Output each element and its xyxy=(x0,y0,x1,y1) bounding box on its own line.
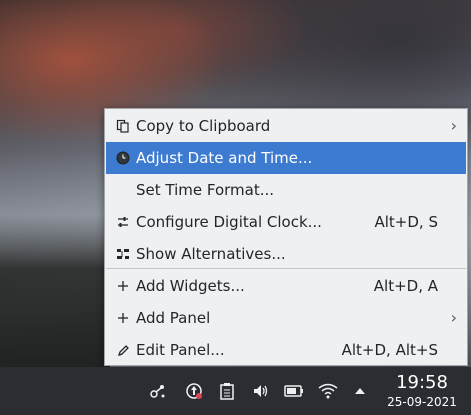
menu-item-set-time-format[interactable]: Set Time Format... xyxy=(106,174,466,206)
menu-item-edit-panel[interactable]: Edit Panel... Alt+D, Alt+S xyxy=(106,334,466,366)
clipboard-tray-icon[interactable] xyxy=(217,381,237,401)
forest-area xyxy=(0,215,110,367)
wifi-icon[interactable] xyxy=(318,381,338,401)
plus-icon xyxy=(115,310,131,326)
clock-icon xyxy=(115,150,131,166)
pencil-icon xyxy=(115,342,131,358)
menu-item-add-widgets[interactable]: Add Widgets... Alt+D, A xyxy=(106,270,466,302)
menu-item-label: Copy to Clipboard xyxy=(136,117,271,135)
clock-date[interactable]: 25-09-2021 xyxy=(380,395,464,409)
updates-icon[interactable] xyxy=(184,381,204,401)
menu-item-label: Add Panel xyxy=(136,309,211,327)
menu-item-copy-to-clipboard[interactable]: Copy to Clipboard › xyxy=(106,110,466,142)
submenu-arrow-icon: › xyxy=(450,308,457,327)
menu-item-show-alternatives[interactable]: Show Alternatives... xyxy=(106,238,466,270)
menu-item-adjust-date-time[interactable]: Adjust Date and Time... xyxy=(106,142,466,174)
expand-tray-icon[interactable] xyxy=(350,381,370,401)
clipboard-icon xyxy=(115,118,131,134)
volume-icon[interactable] xyxy=(250,381,270,401)
menu-item-label: Configure Digital Clock... xyxy=(136,213,322,231)
submenu-arrow-icon: › xyxy=(450,116,457,135)
menu-item-label: Show Alternatives... xyxy=(136,245,286,263)
menu-item-add-panel[interactable]: Add Panel › xyxy=(106,302,466,334)
menu-item-shortcut: Alt+D, A xyxy=(373,277,438,295)
menu-item-configure-digital-clock[interactable]: Configure Digital Clock... Alt+D, S xyxy=(106,206,466,238)
context-menu: Copy to Clipboard › Adjust Date and Time… xyxy=(104,108,468,366)
menu-item-label: Adjust Date and Time... xyxy=(136,149,313,167)
menu-item-label: Set Time Format... xyxy=(136,181,275,199)
menu-item-shortcut: Alt+D, Alt+S xyxy=(341,341,438,359)
plus-icon xyxy=(115,278,131,294)
menu-item-shortcut: Alt+D, S xyxy=(374,213,439,231)
menu-item-label: Edit Panel... xyxy=(136,341,225,359)
clock-time[interactable]: 19:58 xyxy=(386,372,458,393)
alternatives-icon xyxy=(115,246,131,262)
menu-separator xyxy=(106,268,466,269)
configure-icon xyxy=(115,214,131,230)
kde-connect-icon[interactable] xyxy=(148,381,168,401)
menu-item-label: Add Widgets... xyxy=(136,277,245,295)
taskbar-panel: 19:58 25-09-2021 xyxy=(0,367,471,415)
battery-icon[interactable] xyxy=(284,381,304,401)
